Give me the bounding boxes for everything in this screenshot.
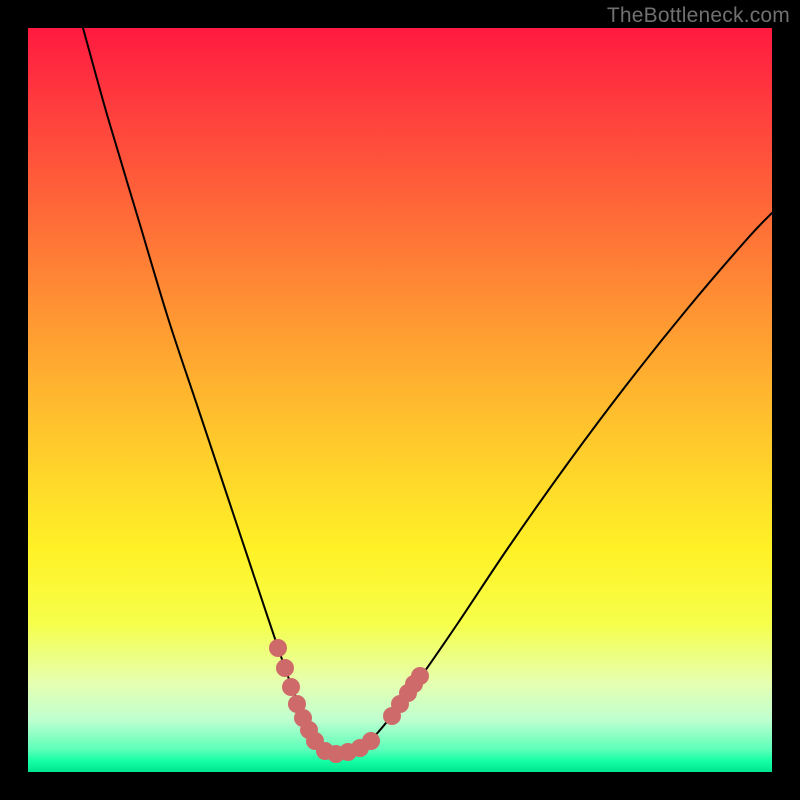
highlight-marker — [411, 667, 429, 685]
highlight-marker — [282, 678, 300, 696]
watermark-text: TheBottleneck.com — [607, 4, 790, 28]
highlight-marker — [269, 639, 287, 657]
plot-area — [28, 28, 772, 772]
bottleneck-curve — [83, 28, 772, 754]
bottleneck-chart — [28, 28, 772, 772]
highlight-marker — [276, 659, 294, 677]
marker-group — [269, 639, 429, 763]
highlight-marker — [362, 732, 380, 750]
